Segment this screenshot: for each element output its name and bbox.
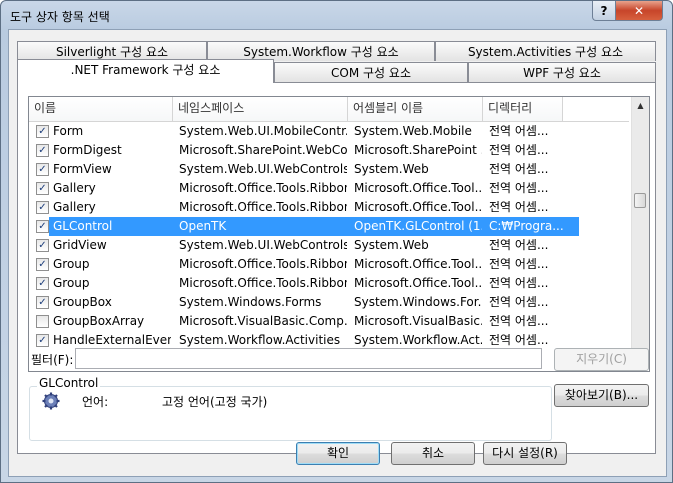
row-assembly: System.Windows.For... bbox=[354, 295, 482, 309]
component-list[interactable]: 이름 네임스페이스 어셈블리 이름 디렉터리 ✓ Form System.Web.U… bbox=[28, 96, 650, 372]
tab-silverlight[interactable]: Silverlight 구성 요소 bbox=[17, 41, 207, 61]
row-assembly: System.Web.Mobile bbox=[354, 124, 472, 138]
window-title: 도구 상자 항목 선택 bbox=[10, 10, 110, 24]
column-header-namespace[interactable]: 네임스페이스 bbox=[173, 97, 348, 121]
row-checkbox[interactable]: ✓ bbox=[36, 220, 49, 233]
row-assembly: System.Web bbox=[354, 238, 429, 252]
row-name: FormView bbox=[53, 162, 112, 176]
list-header: 이름 네임스페이스 어셈블리 이름 디렉터리 bbox=[29, 97, 629, 122]
table-row[interactable]: ✓ Group Microsoft.Office.Tools.Ribbon Micro… bbox=[29, 255, 629, 274]
row-assembly: Microsoft.Office.Tool... bbox=[354, 181, 482, 195]
row-name: Group bbox=[53, 257, 90, 271]
row-directory: 전역 어셈... bbox=[489, 295, 549, 309]
scroll-thumb[interactable] bbox=[634, 193, 646, 208]
table-row[interactable]: ✓ Form System.Web.UI.MobileContr... System.… bbox=[29, 122, 629, 141]
row-name: Gallery bbox=[53, 181, 96, 195]
row-directory: 전역 어셈... bbox=[489, 314, 549, 328]
row-checkbox[interactable]: ✓ bbox=[36, 182, 49, 195]
row-checkbox[interactable]: ✓ bbox=[36, 258, 49, 271]
row-namespace: System.Windows.Forms bbox=[179, 295, 322, 309]
row-namespace: System.Web.UI.WebControls bbox=[179, 162, 347, 176]
column-header-name[interactable]: 이름 bbox=[29, 97, 173, 121]
row-checkbox[interactable]: ✓ bbox=[36, 144, 49, 157]
row-name: GroupBoxArray bbox=[53, 314, 145, 328]
row-assembly: System.Web bbox=[354, 162, 429, 176]
row-name: GroupBox bbox=[53, 295, 112, 309]
row-assembly: OpenTK.GLControl (1.... bbox=[354, 219, 482, 233]
table-row[interactable]: ✓ FormDigest Microsoft.SharePoint.WebCo...… bbox=[29, 141, 629, 160]
close-button[interactable]: ✕ bbox=[615, 1, 663, 21]
row-namespace: Microsoft.Office.Tools.Ribbon bbox=[179, 276, 347, 290]
row-directory: 전역 어셈... bbox=[489, 257, 549, 271]
row-checkbox[interactable]: ✓ bbox=[36, 277, 49, 290]
row-assembly: Microsoft.Office.Tool... bbox=[354, 200, 482, 214]
row-checkbox[interactable]: ✓ bbox=[36, 163, 49, 176]
table-row[interactable]: ✓ Group Microsoft.Office.Tools.Ribbon Micro… bbox=[29, 274, 629, 293]
row-name: FormDigest bbox=[53, 143, 122, 157]
row-namespace: System.Web.UI.MobileContr... bbox=[179, 124, 347, 138]
row-checkbox[interactable]: ✓ bbox=[36, 125, 49, 138]
table-row[interactable]: ✓ Gallery Microsoft.Office.Tools.Ribbon Mic… bbox=[29, 198, 629, 217]
row-directory: C:₩Progra... bbox=[489, 219, 564, 233]
table-row[interactable]: ✓ Gallery Microsoft.Office.Tools.Ribbon Mic… bbox=[29, 179, 629, 198]
scroll-up-arrow-icon[interactable]: ▲ bbox=[632, 97, 649, 114]
row-assembly: Microsoft.Office.Tool... bbox=[354, 257, 482, 271]
row-namespace: Microsoft.VisualBasic.Comp... bbox=[179, 314, 347, 328]
column-header-assembly[interactable]: 어셈블리 이름 bbox=[348, 97, 483, 121]
row-namespace: Microsoft.Office.Tools.Ribbon bbox=[179, 257, 347, 271]
row-directory: 전역 어셈... bbox=[489, 276, 549, 290]
table-row[interactable]: GroupBoxArray Microsoft.VisualBasic.Comp.… bbox=[29, 312, 629, 331]
row-name: GridView bbox=[53, 238, 107, 252]
row-assembly: Microsoft.Office.Tool... bbox=[354, 276, 482, 290]
tab-dotnet-framework[interactable]: .NET Framework 구성 요소 bbox=[17, 59, 274, 83]
table-row[interactable]: ✓ FormView System.Web.UI.WebControls System… bbox=[29, 160, 629, 179]
dialog-window: 도구 상자 항목 선택 ? ✕ Silverlight 구성 요소 System… bbox=[0, 0, 673, 483]
scroll-down-arrow-icon[interactable]: ▼ bbox=[632, 352, 649, 369]
tab-system-activities[interactable]: System.Activities 구성 요소 bbox=[435, 41, 656, 61]
row-namespace: OpenTK bbox=[179, 219, 227, 233]
column-header-directory[interactable]: 디렉터리 bbox=[483, 97, 563, 121]
tab-com[interactable]: COM 구성 요소 bbox=[274, 62, 468, 82]
row-checkbox[interactable]: ✓ bbox=[36, 239, 49, 252]
row-name: Form bbox=[53, 124, 84, 138]
row-directory: 전역 어셈... bbox=[489, 238, 549, 252]
dialog-body: Silverlight 구성 요소 System.Workflow 구성 요소 … bbox=[8, 29, 667, 477]
row-directory: 전역 어셈... bbox=[489, 162, 549, 176]
row-checkbox[interactable]: ✓ bbox=[36, 201, 49, 214]
row-directory: 전역 어셈... bbox=[489, 181, 549, 195]
table-row[interactable]: ✓ GLControl OpenTK OpenTK.GLControl (1.... C… bbox=[29, 217, 629, 236]
table-row[interactable]: ✓ GridView System.Web.UI.WebControls System… bbox=[29, 236, 629, 255]
row-name: Group bbox=[53, 276, 90, 290]
vertical-scrollbar[interactable]: ▲ ▼ bbox=[631, 97, 649, 369]
row-directory: 전역 어셈... bbox=[489, 124, 549, 138]
row-namespace: Microsoft.Office.Tools.Ribbon bbox=[179, 181, 347, 195]
title-bar[interactable]: 도구 상자 항목 선택 ? ✕ bbox=[1, 1, 672, 29]
row-namespace: System.Web.UI.WebControls bbox=[179, 238, 347, 252]
tab-wpf[interactable]: WPF 구성 요소 bbox=[468, 62, 656, 82]
row-directory: 전역 어셈... bbox=[489, 143, 549, 157]
table-row[interactable]: ✓ GroupBox System.Windows.Forms System.Wind… bbox=[29, 293, 629, 312]
row-directory: 전역 어셈... bbox=[489, 200, 549, 214]
tab-system-workflow[interactable]: System.Workflow 구성 요소 bbox=[207, 41, 435, 61]
row-checkbox[interactable] bbox=[36, 315, 49, 328]
row-namespace: Microsoft.Office.Tools.Ribbon bbox=[179, 200, 347, 214]
row-checkbox[interactable]: ✓ bbox=[36, 296, 49, 309]
row-namespace: Microsoft.SharePoint.WebCo... bbox=[179, 143, 347, 157]
row-checkbox[interactable]: ✓ bbox=[36, 334, 49, 347]
row-assembly: Microsoft.VisualBasic... bbox=[354, 314, 482, 328]
row-name: Gallery bbox=[53, 200, 96, 214]
help-button[interactable]: ? bbox=[592, 1, 616, 21]
row-assembly: Microsoft.SharePoint ... bbox=[354, 143, 482, 157]
filter-input[interactable] bbox=[75, 348, 542, 369]
row-name: GLControl bbox=[53, 219, 113, 233]
